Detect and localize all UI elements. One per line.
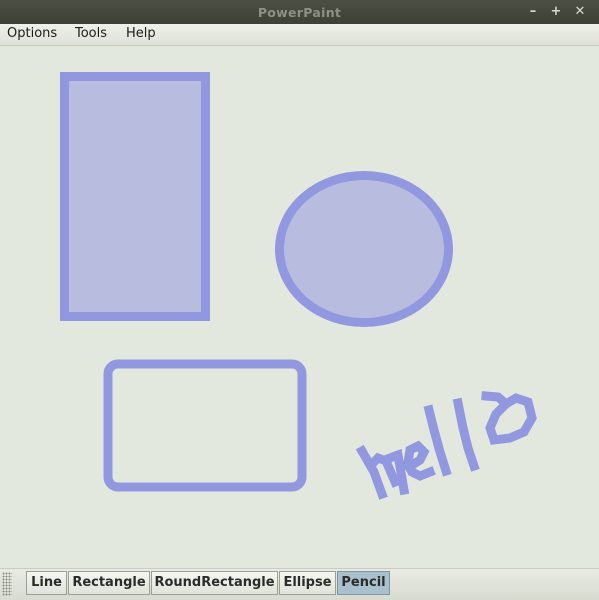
menu-options[interactable]: Options [6, 24, 58, 43]
pencil-tool-button[interactable]: Pencil [337, 571, 390, 595]
drawn-round-rectangle [103, 359, 307, 492]
menu-tools[interactable]: Tools [74, 24, 108, 43]
maximize-icon[interactable]: + [547, 3, 565, 21]
ellipse-tool-button[interactable]: Ellipse [279, 571, 336, 595]
rectangle-tool-button[interactable]: Rectangle [68, 571, 150, 595]
window-title: PowerPaint [257, 5, 342, 20]
toolbar-grip-icon[interactable] [2, 572, 12, 596]
roundrectangle-tool-button[interactable]: RoundRectangle [151, 571, 278, 595]
window-titlebar[interactable]: PowerPaint – + ✕ [0, 0, 599, 25]
drawing-canvas[interactable] [0, 46, 599, 568]
tool-bar: Line Rectangle RoundRectangle Ellipse Pe… [0, 568, 599, 600]
drawing-surface[interactable] [0, 46, 599, 568]
close-icon[interactable]: ✕ [571, 3, 589, 21]
menu-help[interactable]: Help [125, 24, 157, 43]
menu-bar: Options Tools Help [0, 24, 599, 46]
pencil-stroke-hello [355, 391, 537, 500]
minimize-icon[interactable]: – [524, 3, 542, 21]
drawn-rectangle [60, 72, 210, 321]
line-tool-button[interactable]: Line [26, 571, 67, 595]
drawn-ellipse [275, 171, 453, 327]
